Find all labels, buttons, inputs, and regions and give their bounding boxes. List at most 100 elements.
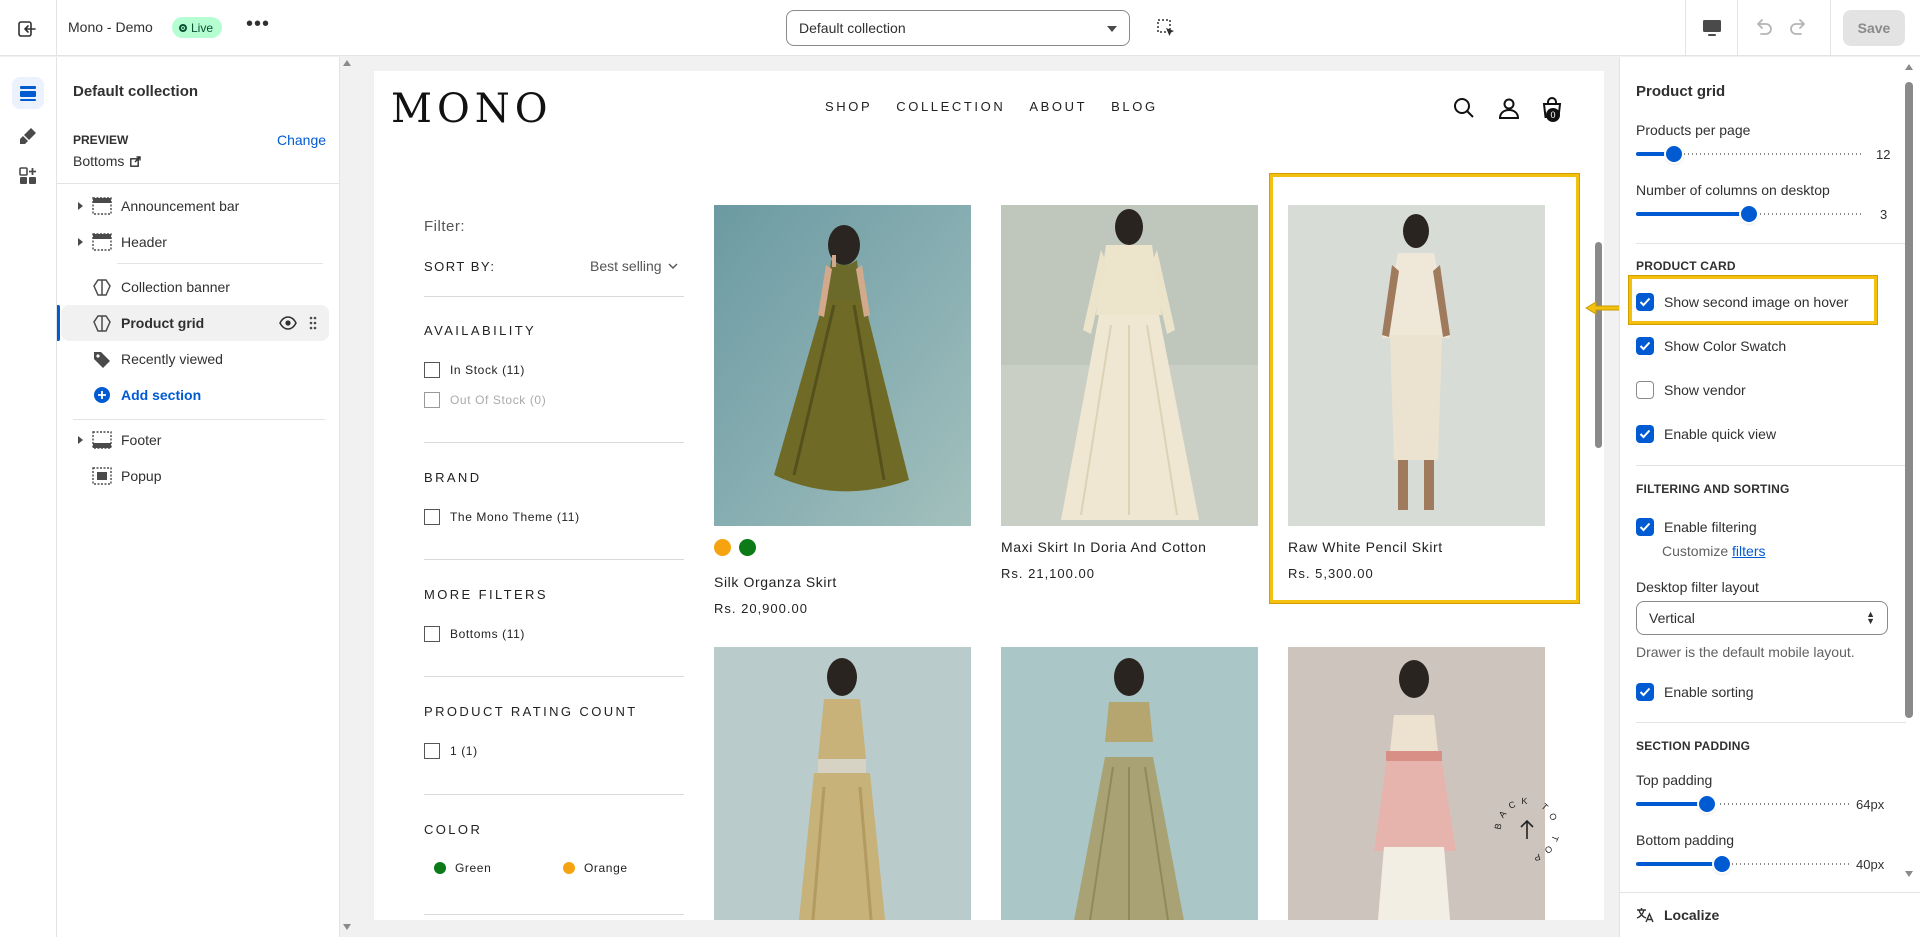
sidebar-item-collection-banner[interactable]: Collection banner xyxy=(61,269,329,305)
sidebar-item-label: Product grid xyxy=(121,315,205,331)
filter-heading-more-filters[interactable]: MORE FILTERS xyxy=(424,587,548,602)
more-actions-button[interactable]: ••• xyxy=(246,14,270,39)
filter-heading-brand[interactable]: BRAND xyxy=(424,470,482,485)
customize-filters-hint: Customize filters xyxy=(1662,543,1765,559)
divider xyxy=(1685,0,1686,56)
product-image[interactable] xyxy=(1001,205,1258,526)
filter-option-green[interactable]: Green xyxy=(434,861,491,875)
checkbox[interactable] xyxy=(424,362,440,378)
scroll-down-arrow-icon[interactable] xyxy=(1905,871,1913,877)
sidebar-item-header[interactable]: Header xyxy=(61,224,329,260)
bottom-padding-slider[interactable] xyxy=(1636,856,1852,872)
highlight-product-card xyxy=(1270,174,1579,603)
product-title[interactable]: Silk Organza Skirt xyxy=(714,574,837,590)
nav-shop[interactable]: SHOP xyxy=(825,99,872,114)
sidebar-item-footer[interactable]: Footer xyxy=(61,422,329,458)
top-bar: Mono - Demo Live ••• Default collection … xyxy=(0,0,1920,56)
filter-option-in-stock[interactable]: In Stock (11) xyxy=(424,362,525,378)
checkbox-checked[interactable] xyxy=(1636,337,1654,355)
filter-heading-color[interactable]: COLOR xyxy=(424,822,482,837)
sidebar-item-product-grid[interactable]: Product grid xyxy=(57,305,329,341)
swatch-orange[interactable] xyxy=(714,539,731,556)
slider-thumb[interactable] xyxy=(1714,856,1730,872)
filter-option-orange[interactable]: Orange xyxy=(563,861,628,875)
product-price: Rs. 20,900.00 xyxy=(714,601,808,616)
slider-thumb[interactable] xyxy=(1666,146,1682,162)
checkbox[interactable] xyxy=(424,743,440,759)
sidebar-item-label: Recently viewed xyxy=(121,351,223,367)
search-icon[interactable] xyxy=(1452,96,1476,120)
top-padding-slider[interactable] xyxy=(1636,796,1852,812)
add-section-button[interactable]: Add section xyxy=(61,377,329,413)
product-image[interactable] xyxy=(1288,647,1545,920)
nav-collection[interactable]: COLLECTION xyxy=(896,99,1005,114)
theme-settings-icon[interactable] xyxy=(12,120,44,152)
show-vendor-checkbox[interactable]: Show vendor xyxy=(1636,381,1746,399)
slider-thumb[interactable] xyxy=(1741,206,1757,222)
sidebar-item-announcement-bar[interactable]: Announcement bar xyxy=(61,188,329,224)
checkbox[interactable] xyxy=(424,509,440,525)
checkbox[interactable] xyxy=(424,626,440,642)
sidebar-item-popup[interactable]: Popup xyxy=(61,458,329,494)
change-preview-link[interactable]: Change xyxy=(277,132,326,148)
filter-option-out-of-stock[interactable]: Out Of Stock (0) xyxy=(424,392,546,408)
enable-quick-view-checkbox[interactable]: Enable quick view xyxy=(1636,425,1776,443)
filter-layout-select[interactable]: Vertical ▲ ▼ xyxy=(1636,601,1888,635)
preview-value[interactable]: Bottoms xyxy=(73,153,142,169)
eye-icon[interactable] xyxy=(279,315,297,331)
enable-sorting-checkbox[interactable]: Enable sorting xyxy=(1636,683,1754,701)
nav-blog[interactable]: BLOG xyxy=(1111,99,1158,114)
tag-icon xyxy=(94,352,110,368)
localize-button[interactable]: Localize xyxy=(1620,892,1920,937)
exit-icon[interactable] xyxy=(14,16,40,42)
sidebar-item-recently-viewed[interactable]: Recently viewed xyxy=(61,341,329,377)
apps-icon[interactable] xyxy=(12,160,44,192)
checkbox-unchecked[interactable] xyxy=(1636,381,1654,399)
scroll-up-arrow-icon[interactable] xyxy=(343,60,351,66)
collection-select[interactable]: Default collection xyxy=(786,10,1130,46)
product-image[interactable] xyxy=(1001,647,1258,920)
undo-icon[interactable] xyxy=(1751,16,1775,40)
drawer-note: Drawer is the default mobile layout. xyxy=(1636,644,1855,660)
scroll-down-arrow-icon[interactable] xyxy=(343,924,351,930)
enable-filtering-checkbox[interactable]: Enable filtering xyxy=(1636,518,1757,536)
sections-icon[interactable] xyxy=(12,77,44,109)
account-icon[interactable] xyxy=(1497,96,1521,120)
product-image[interactable] xyxy=(714,205,971,526)
desktop-icon[interactable] xyxy=(1700,16,1724,40)
filter-heading-rating-count[interactable]: PRODUCT RATING COUNT xyxy=(424,704,638,719)
filter-option-brand[interactable]: The Mono Theme (11) xyxy=(424,509,580,525)
inspector-icon[interactable] xyxy=(1154,16,1178,40)
filters-link[interactable]: filters xyxy=(1732,543,1765,559)
show-color-swatch-checkbox[interactable]: Show Color Swatch xyxy=(1636,337,1786,355)
products-per-page-slider[interactable] xyxy=(1636,146,1862,162)
sort-by-select[interactable]: Best selling xyxy=(590,258,678,274)
product-title[interactable]: Maxi Skirt In Doria And Cotton xyxy=(1001,539,1207,555)
checkbox-checked[interactable] xyxy=(1636,518,1654,536)
redo-icon[interactable] xyxy=(1787,16,1811,40)
filter-option-label: 1 (1) xyxy=(450,744,478,758)
sidebar-item-label: Footer xyxy=(121,432,162,448)
store-logo[interactable]: MONO xyxy=(391,86,553,132)
swatch-green[interactable] xyxy=(739,539,756,556)
section-padding-heading: SECTION PADDING xyxy=(1636,739,1751,753)
checkbox[interactable] xyxy=(424,392,440,408)
filter-option-bottoms[interactable]: Bottoms (11) xyxy=(424,626,525,642)
save-button[interactable]: Save xyxy=(1843,10,1905,46)
checkbox-checked[interactable] xyxy=(1636,425,1654,443)
filter-option-rating[interactable]: 1 (1) xyxy=(424,743,478,759)
preview-scrollbar[interactable] xyxy=(1595,242,1602,448)
filter-heading-availability[interactable]: AVAILABILITY xyxy=(424,323,536,338)
drag-handle-icon[interactable] xyxy=(308,315,318,331)
status-dot-icon xyxy=(179,23,187,32)
back-to-top-button[interactable]: BACK TO TOP xyxy=(1492,795,1562,865)
checkbox-checked[interactable] xyxy=(1636,683,1654,701)
filter-layout-label: Desktop filter layout xyxy=(1636,579,1759,595)
product-image[interactable] xyxy=(714,647,971,920)
filter-title: Filter: xyxy=(424,218,465,235)
scroll-up-arrow-icon[interactable] xyxy=(1905,64,1913,70)
nav-about[interactable]: ABOUT xyxy=(1029,99,1087,114)
slider-thumb[interactable] xyxy=(1699,796,1715,812)
panel-scrollbar[interactable] xyxy=(1905,82,1913,718)
columns-slider[interactable] xyxy=(1636,206,1862,222)
